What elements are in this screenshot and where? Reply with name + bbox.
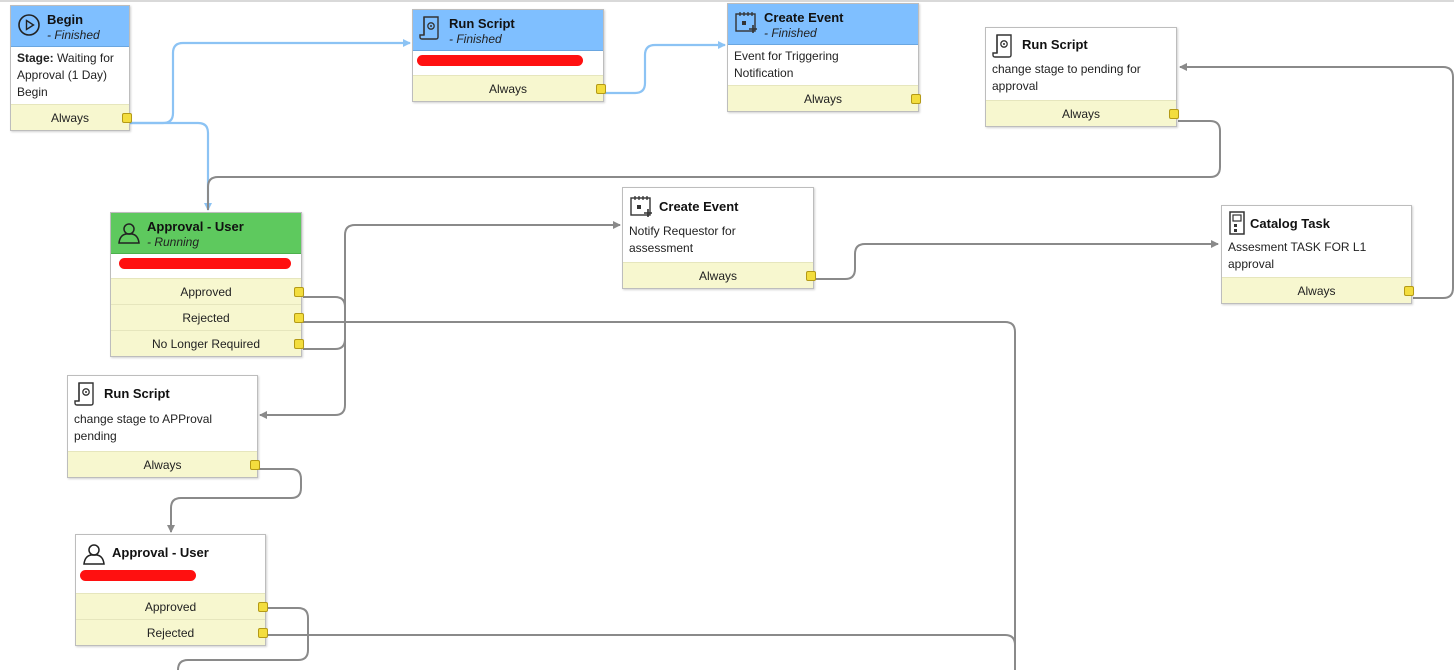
run-script-activity-3[interactable]: Run Script change stage to APProval pend… (67, 375, 260, 478)
condition-port[interactable] (258, 602, 268, 612)
activity-state: - Finished (47, 28, 100, 42)
condition-rejected[interactable]: Rejected (111, 304, 304, 330)
approval-user-activity-1[interactable]: Approval - User - Running Approved Rejec… (110, 212, 304, 357)
condition-always[interactable]: Always (11, 104, 132, 130)
condition-always[interactable]: Always (68, 451, 260, 477)
transition-begin-to-run-script (128, 39, 411, 125)
condition-always[interactable]: Always (1222, 277, 1414, 303)
activity-header: Create Event (623, 188, 813, 220)
condition-always[interactable]: Always (623, 262, 816, 288)
transition-run-script-to-create-event (605, 41, 726, 95)
activity-header: Approval - User - Running (111, 213, 301, 254)
create-event-activity-2[interactable]: Create Event Notify Requestor for assess… (622, 187, 816, 289)
condition-approved[interactable]: Approved (76, 593, 268, 619)
user-icon (83, 544, 105, 565)
activity-state: - Finished (764, 26, 817, 40)
activity-description: Assesment TASK FOR L1 approval (1228, 240, 1367, 271)
transition-approval-2-rejected (266, 634, 1016, 670)
script-icon (419, 16, 439, 40)
condition-port[interactable] (294, 287, 304, 297)
activity-header: Run Script (68, 376, 257, 408)
stage-label: Stage: (17, 51, 54, 65)
transition-nlr-to-create-event (303, 221, 621, 350)
activity-title: Run Script (449, 16, 515, 31)
redaction-mark (119, 258, 291, 269)
condition-label: Always (1297, 284, 1336, 298)
activity-title: Run Script (104, 386, 170, 401)
condition-port[interactable] (258, 628, 268, 638)
activity-title: Run Script (1022, 37, 1088, 52)
catalog-task-activity[interactable]: Catalog Task Assesment TASK FOR L1 appro… (1221, 205, 1414, 304)
condition-label: Always (698, 269, 737, 283)
activity-title: Begin (47, 12, 84, 27)
activity-description (413, 51, 603, 75)
canvas-top-border (0, 0, 1454, 2)
play-circle-icon (18, 14, 40, 36)
activity-title: Create Event (659, 199, 739, 214)
activity-description: Stage: Waiting for Approval (1 Day) Begi… (11, 47, 129, 104)
create-event-activity-1[interactable]: Create Event - Finished Event for Trigge… (727, 3, 921, 112)
condition-always[interactable]: Always (986, 100, 1179, 126)
condition-label: Rejected (182, 311, 230, 325)
transition-rejected-down (303, 321, 1016, 670)
activity-title: Approval - User (112, 545, 209, 560)
condition-label: Always (1061, 107, 1100, 121)
calendar-event-icon (735, 12, 757, 33)
calendar-event-icon (630, 196, 652, 217)
activity-state: - Running (147, 235, 200, 249)
condition-rejected[interactable]: Rejected (76, 619, 268, 645)
condition-port[interactable] (806, 271, 816, 281)
activity-description: change stage to pending for approval (992, 62, 1141, 93)
activity-header: Run Script (986, 28, 1176, 58)
condition-always[interactable]: Always (413, 75, 606, 101)
approval-user-activity-2[interactable]: Approval - User Approved Rejected (75, 534, 268, 646)
condition-port[interactable] (122, 113, 132, 123)
condition-port[interactable] (911, 94, 921, 104)
condition-port[interactable] (294, 313, 304, 323)
run-script-activity-2[interactable]: Run Script change stage to pending for a… (985, 27, 1179, 127)
condition-label: Always (143, 458, 182, 472)
user-icon (118, 223, 140, 244)
redaction-mark (417, 55, 583, 66)
condition-label: Always (803, 92, 842, 106)
condition-always[interactable]: Always (728, 85, 921, 111)
activity-state: - Finished (449, 32, 502, 46)
condition-label: Approved (144, 600, 197, 614)
condition-approved[interactable]: Approved (111, 278, 304, 304)
condition-label: Approved (180, 285, 232, 299)
activity-description: change stage to APProval pending (74, 412, 213, 443)
activity-header: Create Event - Finished (728, 4, 918, 45)
begin-activity[interactable]: Begin - Finished Stage: Waiting for Appr… (10, 5, 132, 131)
activity-header: Approval - User (76, 535, 265, 565)
activity-title: Approval - User (147, 219, 244, 234)
script-icon (992, 34, 1012, 58)
transition-create-event-to-catalog-task (815, 240, 1219, 280)
redaction-mark (80, 570, 196, 581)
activity-header: Run Script - Finished (413, 10, 603, 51)
transition-run-script-3-to-approval-2 (167, 468, 302, 533)
activity-line: Begin (17, 85, 48, 99)
condition-port[interactable] (1404, 286, 1414, 296)
condition-port[interactable] (1169, 109, 1179, 119)
condition-port[interactable] (294, 339, 304, 349)
activity-description: Notify Requestor for assessment (629, 224, 736, 255)
catalog-task-icon (1229, 211, 1245, 235)
activity-description (76, 565, 265, 593)
condition-label: No Longer Required (151, 337, 261, 351)
condition-no-longer-required[interactable]: No Longer Required (111, 330, 304, 356)
run-script-activity-1[interactable]: Run Script - Finished Always (412, 9, 606, 102)
activity-header: Begin - Finished (11, 6, 129, 47)
script-icon (74, 382, 94, 406)
activity-title: Create Event (764, 10, 844, 25)
transition-begin-to-approval (128, 121, 212, 211)
condition-label: Always (488, 82, 527, 96)
condition-label: Rejected (146, 626, 195, 640)
condition-label: Always (50, 111, 89, 125)
activity-title: Catalog Task (1250, 216, 1330, 231)
activity-description (111, 254, 301, 278)
activity-header: Catalog Task (1222, 206, 1411, 236)
condition-port[interactable] (250, 460, 260, 470)
condition-port[interactable] (596, 84, 606, 94)
activity-description: Event for Triggering Notification (734, 49, 839, 80)
